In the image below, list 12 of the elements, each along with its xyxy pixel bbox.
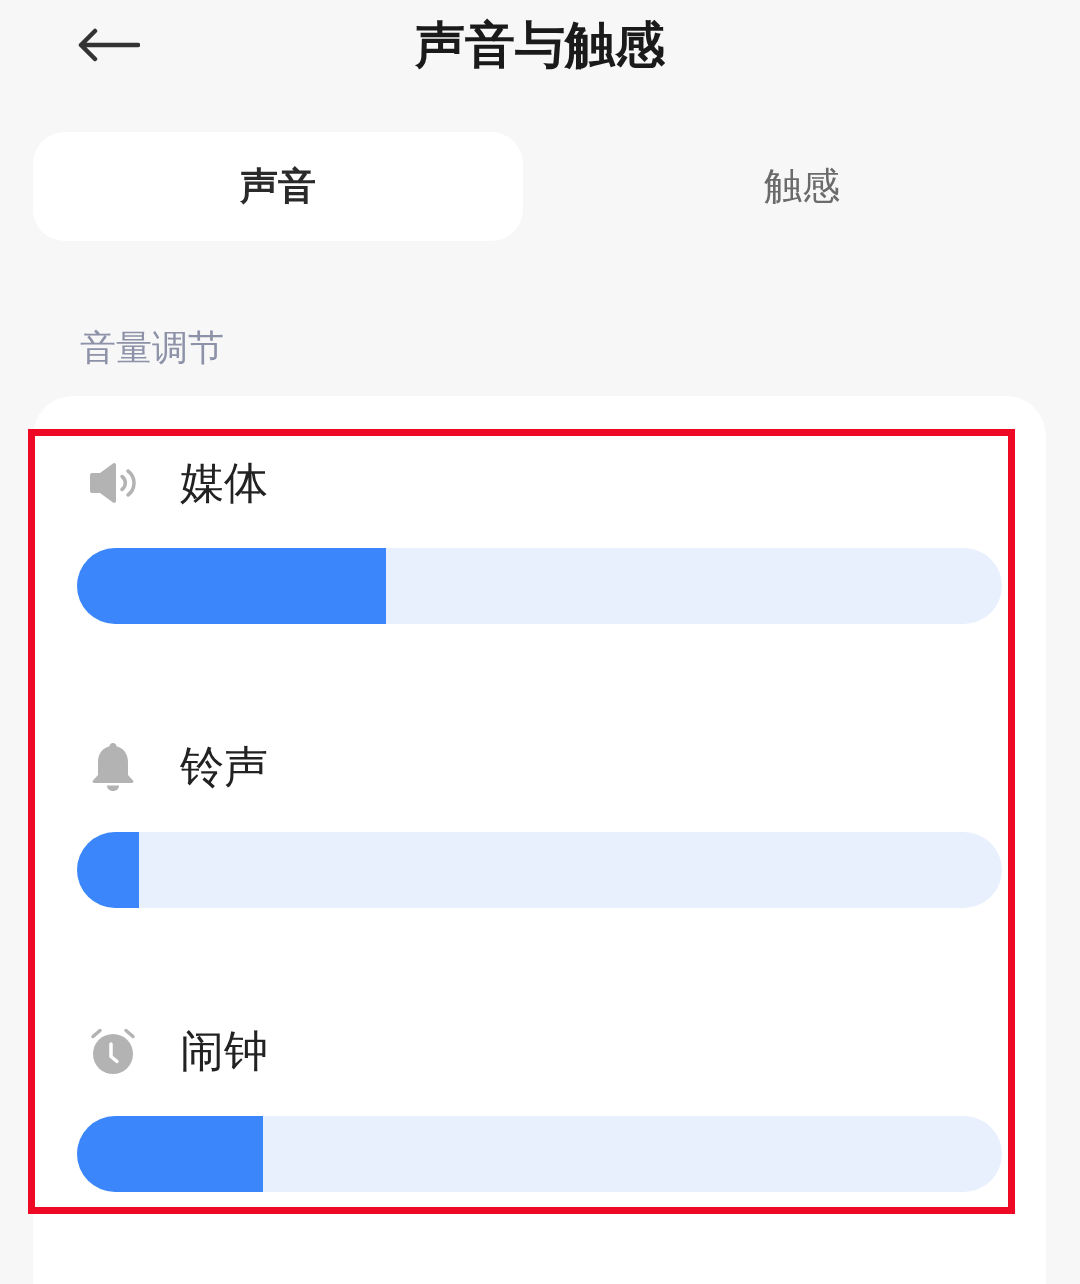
tab[interactable]: 声音 [33, 132, 523, 241]
volume-label: 铃声 [180, 740, 268, 794]
section-heading: 音量调节 [80, 327, 224, 368]
back-button[interactable] [78, 28, 140, 62]
back-arrow-icon [78, 28, 140, 62]
bell-icon [90, 742, 136, 792]
alarm-clock-icon [90, 1027, 136, 1075]
tab[interactable]: 触感 [557, 132, 1047, 241]
page-title: 声音与触感 [415, 15, 665, 75]
volume-label: 闹钟 [180, 1024, 268, 1078]
speaker-icon [88, 462, 138, 504]
volume-label: 媒体 [180, 456, 268, 510]
